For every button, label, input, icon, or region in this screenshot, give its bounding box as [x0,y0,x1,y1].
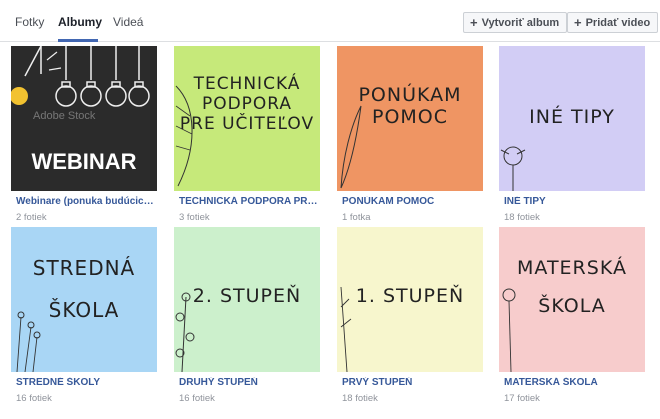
active-tab-indicator [58,39,98,42]
album-photo-count: 16 fotiek [16,393,52,404]
album-card[interactable]: Adobe Stock WEBINAR Webinare (ponuka bud… [11,46,159,226]
album-photo-count: 18 fotiek [504,212,540,223]
album-card[interactable]: STREDNÁ ŠKOLA STREDNÉ ŠKOLY 16 fotiek [11,227,159,407]
albums-toolbar: Fotky Albumy Videá + Vytvoriť album + Pr… [0,0,660,42]
album-photo-count: 1 fotka [342,212,371,223]
album-thumbnail[interactable]: 1. STUPEŇ [337,227,483,372]
create-album-button[interactable]: + Vytvoriť album [463,12,568,33]
create-album-label: Vytvoriť album [481,16,560,29]
thumbnail-caption-line: PRE UČITEĽOV [179,114,315,135]
album-thumbnail[interactable]: Adobe Stock WEBINAR [11,46,157,191]
tab-photos[interactable]: Fotky [15,15,44,29]
album-title[interactable]: TECHNICKÁ PODPORA PRE UČITEĽOV [179,196,319,207]
album-thumbnail[interactable]: TECHNICKÁ PODPORA PRE UČITEĽOV [174,46,320,191]
album-photo-count: 17 fotiek [504,393,540,404]
album-title[interactable]: Webinare (ponuka budúcich webinarov) [16,196,156,207]
album-title[interactable]: INÉ TIPY [504,196,644,207]
album-thumbnail[interactable]: INÉ TIPY [499,46,645,191]
thumbnail-caption-line: ŠKOLA [538,295,606,318]
album-title[interactable]: STREDNÉ ŠKOLY [16,377,156,388]
thumbnail-caption-line: PODPORA [201,94,293,115]
album-thumbnail[interactable]: PONÚKAM POMOC [337,46,483,191]
album-thumbnail[interactable]: 2. STUPEŇ [174,227,320,372]
thumbnail-caption: WEBINAR [31,149,137,174]
album-photo-count: 3 fotiek [179,212,210,223]
album-thumbnail[interactable]: MATERSKÁ ŠKOLA [499,227,645,372]
watermark-text: Adobe Stock [33,110,96,122]
tab-albums[interactable]: Albumy [58,15,102,29]
thumbnail-caption-line: INÉ TIPY [529,106,615,128]
album-photo-count: 18 fotiek [342,393,378,404]
album-card[interactable]: INÉ TIPY INÉ TIPY 18 fotiek [499,46,647,226]
add-video-button[interactable]: + Pridať video [567,12,659,33]
thumbnail-caption-line: TECHNICKÁ [193,74,301,94]
thumbnail-caption-line: 2. STUPEŇ [192,285,302,307]
album-thumbnail[interactable]: STREDNÁ ŠKOLA [11,227,157,372]
plus-icon: + [574,15,582,30]
album-title[interactable]: PONÚKAM POMOC [342,196,482,207]
plus-icon: + [470,15,478,30]
thumbnail-caption-line: 1. STUPEŇ [355,285,465,307]
album-card[interactable]: MATERSKÁ ŠKOLA MATERSKÁ ŠKOLA 17 fotiek [499,227,647,407]
album-card[interactable]: PONÚKAM POMOC PONÚKAM POMOC 1 fotka [337,46,485,226]
album-card[interactable]: 1. STUPEŇ PRVÝ STUPEŇ 18 fotiek [337,227,485,407]
thumbnail-caption-line: PONÚKAM [358,84,462,106]
album-title[interactable]: MATERSKÁ ŠKOLA [504,377,644,388]
add-video-label: Pridať video [585,16,651,29]
thumbnail-caption-line: MATERSKÁ [517,257,627,279]
album-title[interactable]: PRVÝ STUPEŇ [342,377,482,388]
thumbnail-caption-line: STREDNÁ [32,256,136,280]
album-photo-count: 16 fotiek [179,393,215,404]
tab-videos[interactable]: Videá [113,15,143,29]
album-card[interactable]: TECHNICKÁ PODPORA PRE UČITEĽOV TECHNICKÁ… [174,46,322,226]
album-title[interactable]: DRUHÝ STUPEŇ [179,377,319,388]
album-photo-count: 2 fotiek [16,212,47,223]
thumbnail-caption-line: POMOC [371,106,449,129]
album-card[interactable]: 2. STUPEŇ DRUHÝ STUPEŇ 16 fotiek [174,227,322,407]
thumbnail-caption-line: ŠKOLA [48,297,120,322]
